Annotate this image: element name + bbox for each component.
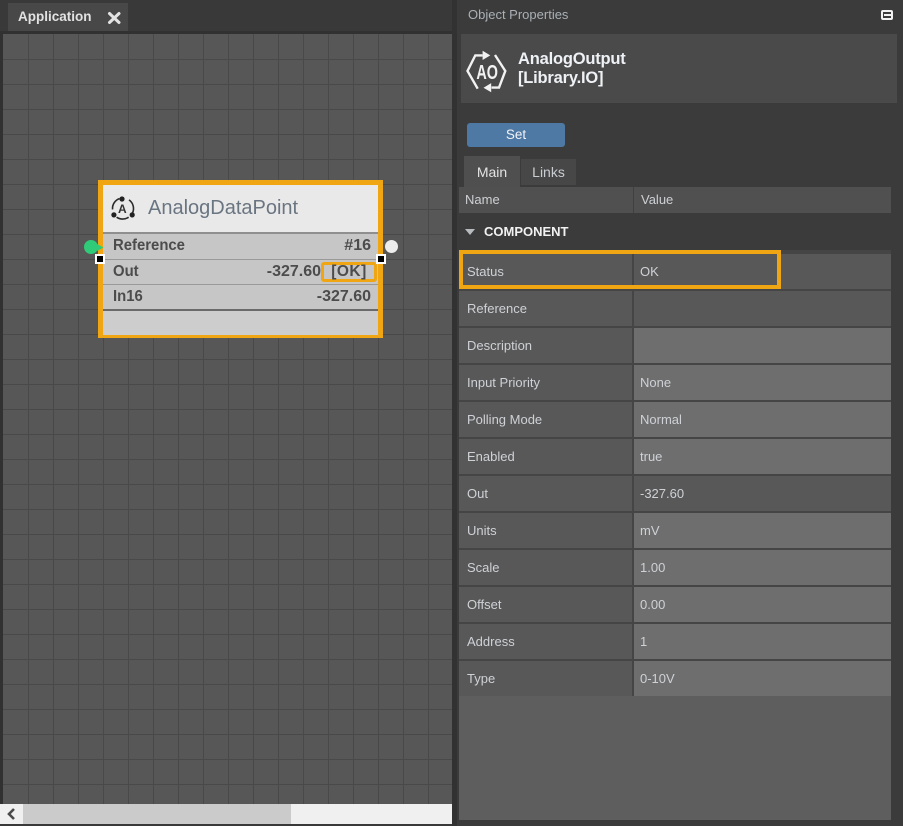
svg-text:AO: AO [476, 61, 498, 84]
svg-text:A: A [118, 202, 127, 216]
